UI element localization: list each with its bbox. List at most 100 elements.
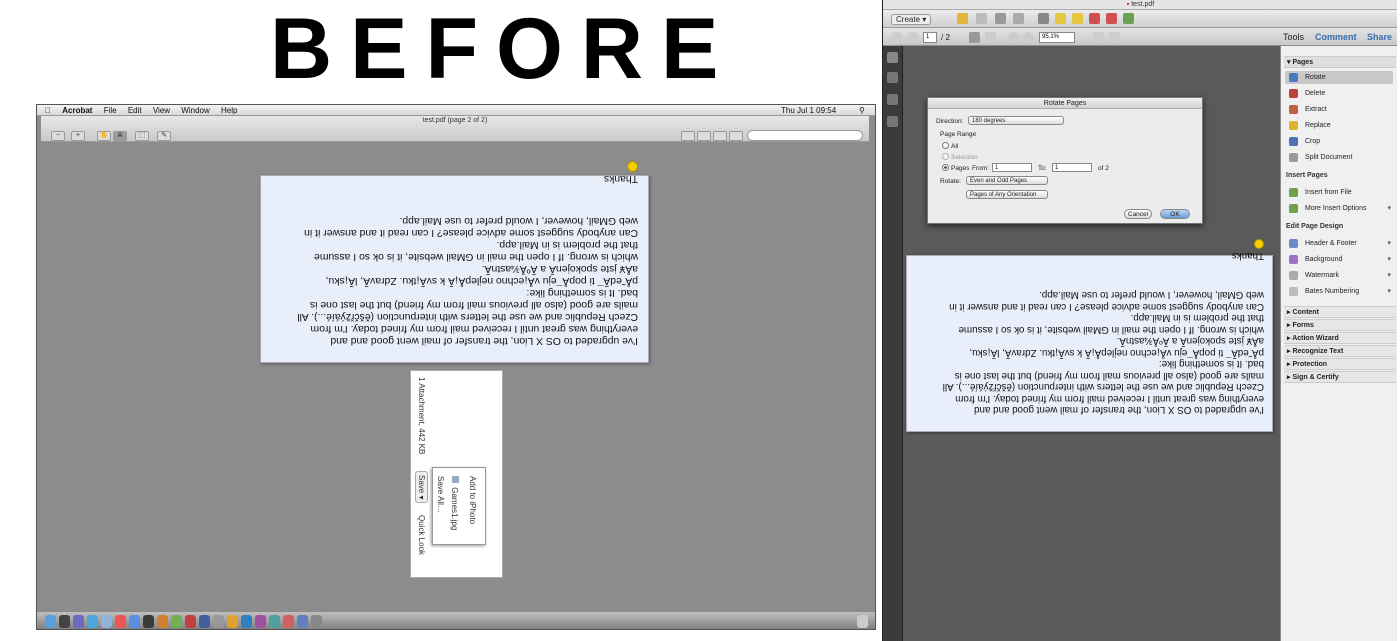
itunes-icon[interactable]	[129, 615, 140, 628]
hand-tool-icon[interactable]	[985, 32, 996, 43]
forms-section[interactable]: ▸ Forms	[1284, 319, 1396, 331]
menubar-clock[interactable]: Thu Jul 1 09:54	[781, 105, 836, 116]
apple-icon[interactable]: 	[45, 106, 51, 115]
prev-page-icon[interactable]	[891, 32, 902, 43]
hand-tool-icon[interactable]: ✋	[97, 131, 111, 141]
menu-view[interactable]: View	[153, 106, 170, 115]
mission-control-icon[interactable]	[73, 615, 84, 628]
app-icon[interactable]	[143, 615, 154, 628]
menu-help[interactable]: Help	[221, 106, 237, 115]
ical-icon[interactable]	[115, 615, 126, 628]
app-icon[interactable]	[311, 615, 322, 628]
app-icon[interactable]	[199, 615, 210, 628]
print-icon[interactable]	[995, 13, 1006, 24]
safari-icon[interactable]	[87, 615, 98, 628]
comment-icon[interactable]	[1072, 13, 1083, 24]
save-icon[interactable]	[976, 13, 987, 24]
menu-file[interactable]: File	[104, 106, 117, 115]
pages-radio[interactable]	[942, 164, 949, 171]
tool-watermark[interactable]: Watermark ▾	[1285, 269, 1393, 282]
tool-replace[interactable]: Replace	[1285, 119, 1393, 132]
zoom-level-input[interactable]: 95.1%	[1039, 32, 1075, 43]
app-icon[interactable]	[297, 615, 308, 628]
search-field[interactable]	[747, 130, 863, 141]
menu-save-all[interactable]: Save All…	[436, 476, 445, 513]
zoom-in-icon[interactable]	[1023, 32, 1034, 43]
tool-more-insert-options[interactable]: More Insert Options ▾	[1285, 202, 1393, 215]
signatures-icon[interactable]	[887, 116, 898, 127]
app-icon[interactable]	[241, 615, 252, 628]
finder-icon[interactable]	[45, 615, 56, 628]
tool-delete[interactable]: Delete	[1285, 87, 1393, 100]
settings-gear-icon[interactable]	[1038, 13, 1049, 24]
tool-bates-numbering[interactable]: Bates Numbering ▾	[1285, 285, 1393, 298]
app-icon[interactable]	[283, 615, 294, 628]
zoom-in-icon[interactable]: +	[71, 131, 85, 141]
tab-tools[interactable]: Tools	[1283, 32, 1304, 42]
trash-icon[interactable]	[857, 615, 868, 628]
from-input[interactable]: 1	[992, 163, 1032, 172]
email-icon[interactable]	[1013, 13, 1024, 24]
recognize-text-section[interactable]: ▸ Recognize Text	[1284, 345, 1396, 357]
tab-share[interactable]: Share	[1367, 32, 1392, 42]
app-icon[interactable]	[185, 615, 196, 628]
rotate-select[interactable]: Even and Odd Pages	[966, 176, 1048, 185]
open-icon[interactable]	[957, 13, 968, 24]
menu-window[interactable]: Window	[181, 106, 209, 115]
bookmarks-icon[interactable]	[887, 72, 898, 83]
zoom-out-icon[interactable]	[1008, 32, 1019, 43]
pages-section-header[interactable]: ▾ Pages	[1284, 56, 1396, 68]
next-page-icon[interactable]	[907, 32, 918, 43]
view-two-up-icon[interactable]	[713, 131, 727, 141]
create-button[interactable]: Create ▾	[891, 14, 932, 25]
ok-button[interactable]: OK	[1160, 209, 1190, 219]
app-icon[interactable]	[269, 615, 280, 628]
app-icon[interactable]	[255, 615, 266, 628]
tool-split-document[interactable]: Split Document	[1285, 151, 1393, 164]
mail-icon[interactable]	[101, 615, 112, 628]
fit-width-icon[interactable]	[1109, 32, 1120, 43]
select-arrow-icon[interactable]	[969, 32, 980, 43]
orientation-select[interactable]: Pages of Any Orientation	[966, 190, 1048, 199]
tool-extract[interactable]: Extract	[1285, 103, 1393, 116]
all-radio[interactable]	[942, 142, 949, 149]
view-single-icon[interactable]	[681, 131, 695, 141]
app-icon[interactable]	[171, 615, 182, 628]
view-continuous-icon[interactable]	[697, 131, 711, 141]
direction-select[interactable]: 180 degrees	[968, 116, 1064, 125]
annotate-icon[interactable]: ✎	[157, 131, 171, 141]
page-number-input[interactable]: 1	[923, 32, 937, 43]
export-icon[interactable]	[1123, 13, 1134, 24]
tool-rotate[interactable]: Rotate	[1285, 71, 1393, 84]
attachment-save-button[interactable]: Save ▾	[415, 471, 428, 504]
cancel-button[interactable]: Cancel	[1124, 209, 1152, 219]
action-wizard-section[interactable]: ▸ Action Wizard	[1284, 332, 1396, 344]
page-thumbnails-icon[interactable]	[887, 52, 898, 63]
protection-section[interactable]: ▸ Protection	[1284, 358, 1396, 370]
attachment-quick-look[interactable]: Quick Look	[417, 515, 426, 555]
app-icon[interactable]	[227, 615, 238, 628]
to-input[interactable]: 1	[1052, 163, 1092, 172]
menu-games-jpg[interactable]: Games1.jpg	[450, 476, 459, 530]
text-select-icon[interactable]: A	[113, 131, 127, 141]
tool-background[interactable]: Background ▾	[1285, 253, 1393, 266]
tool-insert-from-file[interactable]: Insert from File	[1285, 186, 1393, 199]
sign-certify-section[interactable]: ▸ Sign & Certify	[1284, 371, 1396, 383]
dashboard-icon[interactable]	[59, 615, 70, 628]
attachments-icon[interactable]	[887, 94, 898, 105]
menu-edit[interactable]: Edit	[128, 106, 142, 115]
stamp-icon[interactable]	[1106, 13, 1117, 24]
rect-select-icon[interactable]: ⬚	[135, 131, 149, 141]
app-icon[interactable]	[157, 615, 168, 628]
zoom-out-icon[interactable]: −	[51, 131, 65, 141]
tab-comment[interactable]: Comment	[1315, 32, 1357, 42]
content-section[interactable]: ▸ Content	[1284, 306, 1396, 318]
tool-crop[interactable]: Crop	[1285, 135, 1393, 148]
comment-icon[interactable]	[1055, 13, 1066, 24]
search-icon[interactable]: ⚲	[859, 105, 865, 116]
fit-page-icon[interactable]	[1093, 32, 1104, 43]
app-icon[interactable]	[213, 615, 224, 628]
tool-header-footer[interactable]: Header & Footer ▾	[1285, 237, 1393, 250]
menu-add-to-iphoto[interactable]: Add to iPhoto	[468, 476, 477, 524]
view-grid-icon[interactable]	[729, 131, 743, 141]
